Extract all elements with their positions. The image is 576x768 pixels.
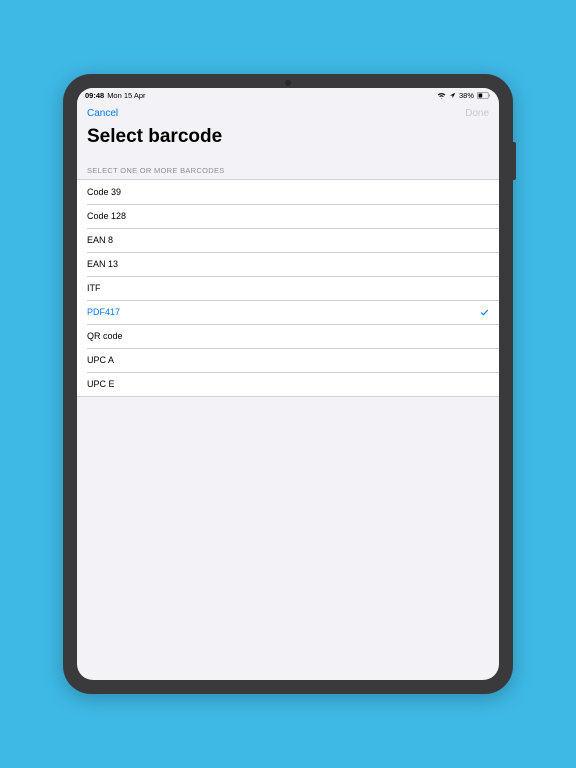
- done-button: Done: [465, 108, 489, 119]
- nav-bar: Cancel Done: [77, 102, 499, 124]
- status-time: 09:48: [85, 91, 104, 100]
- device-frame: 09:48 Mon 15 Apr 38% Cancel Done Select …: [63, 74, 513, 694]
- battery-icon: [477, 92, 491, 99]
- barcode-item-label: UPC E: [87, 379, 115, 389]
- barcode-list: Code 39 Code 128 EAN 8 EAN 13 ITF PDF417: [77, 179, 499, 397]
- barcode-list-item[interactable]: EAN 8: [77, 228, 499, 252]
- checkmark-icon: [480, 308, 489, 317]
- device-camera: [285, 80, 291, 86]
- barcode-item-label: Code 128: [87, 211, 126, 221]
- barcode-list-item[interactable]: QR code: [77, 324, 499, 348]
- barcode-item-label: PDF417: [87, 307, 120, 317]
- wifi-icon: [437, 92, 446, 99]
- page-title: Select barcode: [77, 124, 499, 156]
- barcode-item-label: Code 39: [87, 187, 121, 197]
- barcode-list-item[interactable]: UPC A: [77, 348, 499, 372]
- barcode-item-label: EAN 8: [87, 235, 113, 245]
- status-right: 38%: [437, 91, 491, 100]
- status-bar: 09:48 Mon 15 Apr 38%: [77, 88, 499, 102]
- barcode-list-item[interactable]: PDF417: [77, 300, 499, 324]
- status-date: Mon 15 Apr: [107, 91, 145, 100]
- barcode-item-label: EAN 13: [87, 259, 118, 269]
- cancel-button[interactable]: Cancel: [87, 108, 118, 119]
- device-side-button: [513, 142, 516, 180]
- barcode-item-label: UPC A: [87, 355, 114, 365]
- status-left: 09:48 Mon 15 Apr: [85, 91, 146, 100]
- barcode-list-item[interactable]: ITF: [77, 276, 499, 300]
- battery-pct: 38%: [459, 91, 474, 100]
- section-header: SELECT ONE OR MORE BARCODES: [77, 156, 499, 179]
- barcode-item-label: ITF: [87, 283, 101, 293]
- barcode-list-item[interactable]: Code 39: [77, 180, 499, 204]
- location-icon: [449, 92, 456, 99]
- barcode-item-label: QR code: [87, 331, 123, 341]
- screen: 09:48 Mon 15 Apr 38% Cancel Done Select …: [77, 88, 499, 680]
- barcode-list-item[interactable]: Code 128: [77, 204, 499, 228]
- barcode-list-item[interactable]: UPC E: [77, 372, 499, 396]
- barcode-list-item[interactable]: EAN 13: [77, 252, 499, 276]
